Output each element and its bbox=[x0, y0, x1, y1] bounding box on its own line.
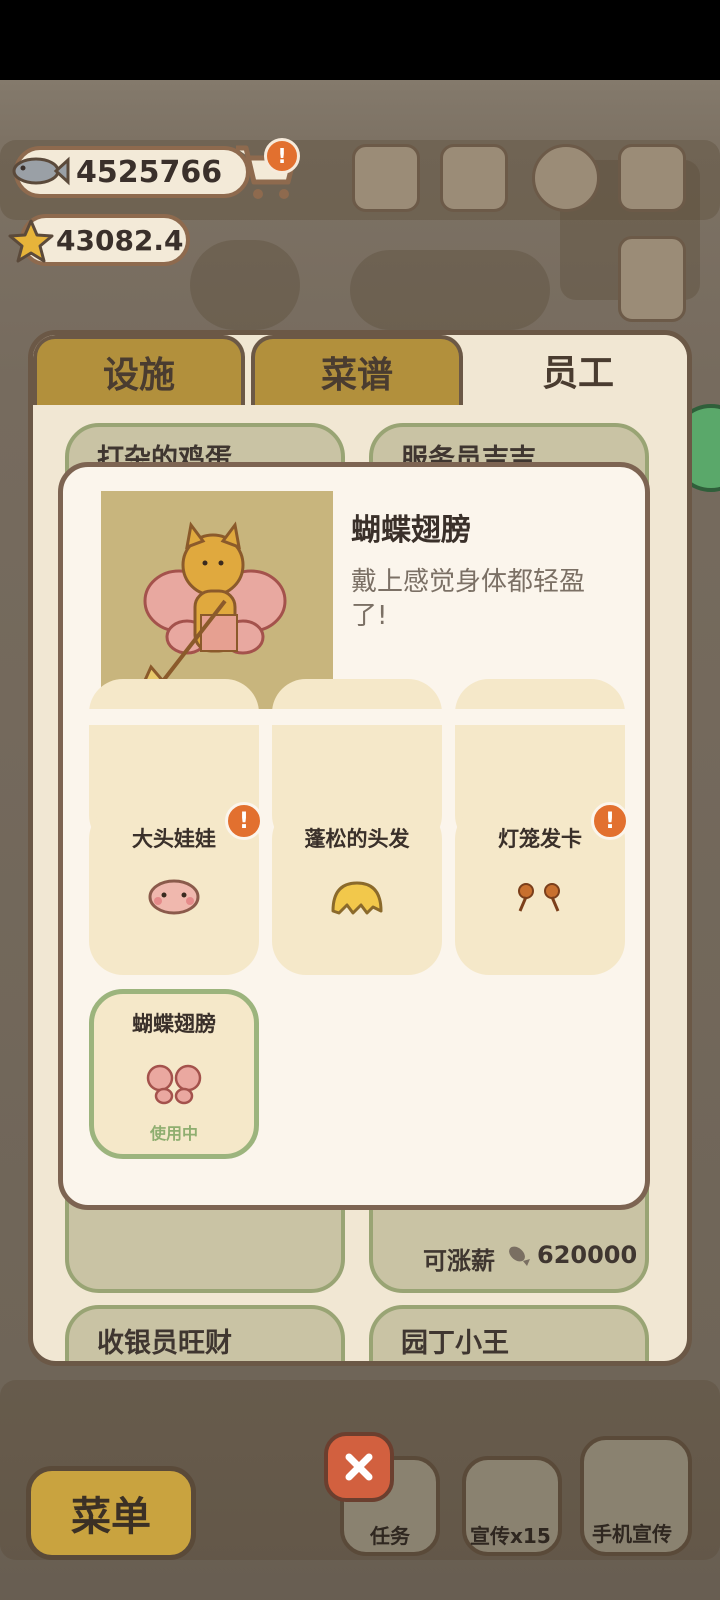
newspaper-icon[interactable] bbox=[352, 144, 420, 212]
accessory-name: 蓬松的头发 bbox=[304, 827, 410, 851]
in-use-status: 使用中 bbox=[149, 1124, 198, 1143]
fish-icon bbox=[509, 1246, 530, 1266]
lantern-clip-icon bbox=[518, 883, 560, 912]
item-detail-modal: 蝴蝶翅膀 戴上感觉身体都轻盈了! 大头娃娃 ! 蓬松的头发 灯笼发卡 ! 蝴蝶翅… bbox=[58, 462, 650, 1210]
fluffy-hair-icon bbox=[331, 881, 383, 915]
new-alert-icon: ! bbox=[225, 802, 263, 840]
fish-currency-value: 4525766 bbox=[76, 154, 223, 190]
tab-label: 员工 bbox=[541, 353, 614, 394]
fish-icon bbox=[12, 156, 70, 186]
star-icon bbox=[8, 219, 54, 263]
status-bar bbox=[0, 0, 720, 80]
new-alert-icon: ! bbox=[591, 802, 629, 840]
raise-label: 可涨薪 bbox=[423, 1247, 495, 1275]
star-currency-value: 43082.4 bbox=[56, 223, 184, 257]
close-button[interactable] bbox=[324, 1432, 394, 1502]
accessory-card-fluffy-hair[interactable]: 蓬松的头发 bbox=[272, 805, 442, 975]
cart-alert-icon: ! bbox=[264, 138, 300, 174]
menu-label: 菜单 bbox=[71, 1494, 151, 1540]
employee-card[interactable]: 收银员旺财 bbox=[65, 1305, 345, 1361]
menu-button[interactable]: 菜单 bbox=[26, 1466, 196, 1560]
raise-value: 620000 bbox=[537, 1241, 638, 1269]
scroll-down-icon[interactable] bbox=[618, 236, 686, 322]
butterfly-wings-icon bbox=[146, 1064, 202, 1105]
character-preview bbox=[101, 491, 333, 709]
tab-label: 设施 bbox=[102, 355, 175, 396]
item-description: 戴上感觉身体都轻盈了! bbox=[351, 567, 586, 631]
tab-recipes[interactable]: 菜谱 bbox=[251, 335, 463, 405]
shop-icon[interactable] bbox=[618, 144, 686, 212]
tab-label: 菜谱 bbox=[320, 355, 393, 396]
employee-card[interactable]: 园丁小王 bbox=[369, 1305, 649, 1361]
accessory-name: 蝴蝶翅膀 bbox=[132, 1012, 216, 1036]
close-icon bbox=[345, 1453, 373, 1481]
item-title: 蝴蝶翅膀 bbox=[351, 513, 471, 548]
gear-icon[interactable] bbox=[532, 144, 600, 212]
scroll-mask bbox=[63, 709, 645, 725]
employee-name: 园丁小王 bbox=[401, 1328, 509, 1359]
phone-promo-label: 手机宣传 bbox=[592, 1522, 672, 1546]
tab-facilities[interactable]: 设施 bbox=[33, 335, 245, 405]
tab-staff[interactable]: 员工 bbox=[469, 335, 687, 405]
accessory-card-butterfly-wings[interactable]: 蝴蝶翅膀 使用中 bbox=[89, 989, 259, 1159]
employee-name: 收银员旺财 bbox=[97, 1328, 232, 1359]
task-label: 任务 bbox=[370, 1524, 410, 1548]
big-head-icon bbox=[148, 879, 200, 915]
book-icon[interactable] bbox=[440, 144, 508, 212]
promo-label: 宣传x15 bbox=[470, 1524, 551, 1548]
cat-with-wings-image bbox=[139, 521, 287, 700]
